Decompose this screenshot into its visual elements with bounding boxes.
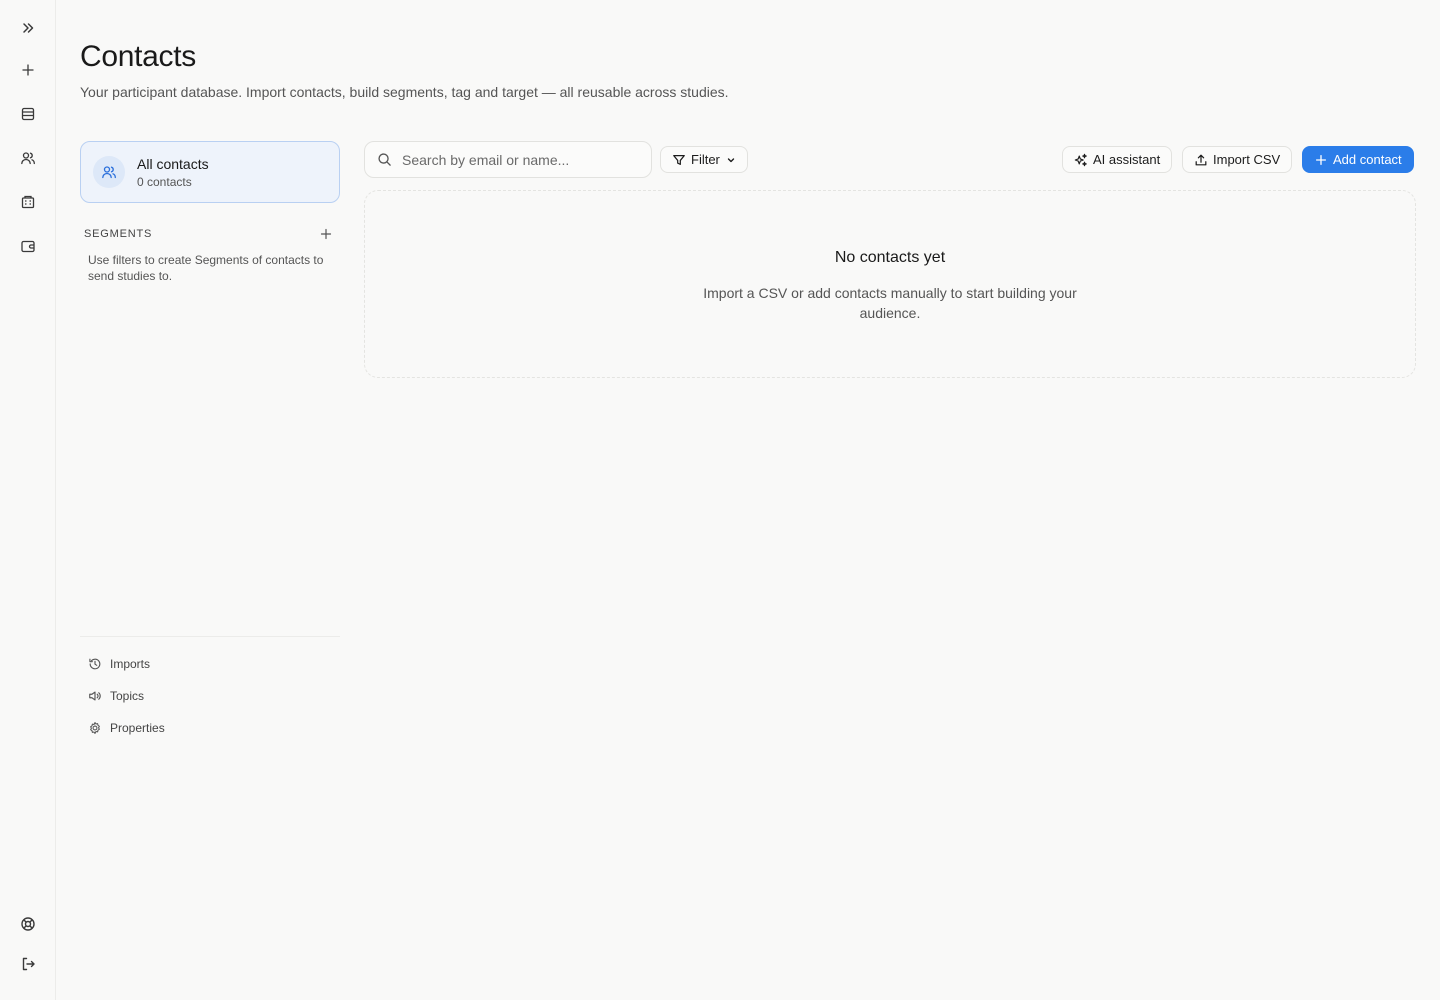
- contacts-icon: [102, 166, 116, 179]
- contacts-avatar: [93, 156, 125, 188]
- help-lifebuoy-icon: [21, 917, 35, 931]
- filter-label: Filter: [691, 152, 720, 167]
- plus-icon: [320, 228, 332, 240]
- gear-icon: [90, 722, 100, 734]
- logout-button[interactable]: [14, 950, 42, 978]
- divider: [80, 636, 340, 637]
- organization-nav-button[interactable]: [14, 188, 42, 216]
- wallet-icon: [21, 240, 35, 253]
- filter-button[interactable]: Filter: [660, 146, 748, 173]
- all-contacts-title: All contacts: [137, 155, 209, 172]
- contacts-icon: [21, 152, 35, 165]
- app-root: Contacts Your participant database. Impo…: [0, 0, 1440, 1000]
- topics-link[interactable]: Topics: [88, 687, 144, 705]
- plus-icon: [22, 64, 34, 76]
- segments-header: SEGMENTS: [84, 226, 334, 242]
- ai-assistant-button[interactable]: AI assistant: [1062, 146, 1173, 173]
- properties-label: Properties: [110, 721, 165, 735]
- chevron-down-icon: [727, 157, 735, 162]
- upload-icon: [1195, 154, 1207, 165]
- help-button[interactable]: [14, 910, 42, 938]
- add-contact-button[interactable]: Add contact: [1302, 146, 1414, 173]
- empty-state-title: No contacts yet: [834, 249, 946, 266]
- search-icon: [378, 153, 391, 166]
- logout-icon: [22, 957, 35, 971]
- building-icon: [21, 195, 35, 209]
- imports-label: Imports: [110, 657, 151, 671]
- topics-label: Topics: [110, 689, 145, 703]
- segments-help-text: Use filters to create Segments of contac…: [88, 253, 324, 283]
- all-contacts-item[interactable]: All contacts 0 contacts: [80, 141, 340, 203]
- history-icon: [89, 658, 101, 670]
- plus-icon: [1315, 154, 1327, 165]
- all-contacts-count: 0 contacts: [137, 174, 192, 189]
- expand-icon: [23, 23, 34, 33]
- new-button[interactable]: [14, 56, 42, 84]
- icon-rail: [0, 0, 56, 1000]
- expand-sidebar-button[interactable]: [14, 14, 42, 42]
- imports-link[interactable]: Imports: [88, 655, 150, 673]
- sparkles-icon: [1074, 153, 1087, 166]
- contacts-nav-button[interactable]: [14, 144, 42, 172]
- studies-icon: [21, 107, 35, 121]
- segments-label: SEGMENTS: [84, 228, 153, 240]
- megaphone-icon: [89, 691, 101, 701]
- properties-link[interactable]: Properties: [88, 719, 165, 737]
- studies-nav-button[interactable]: [14, 100, 42, 128]
- filter-icon: [673, 154, 685, 165]
- page-title: Contacts: [80, 40, 196, 73]
- billing-nav-button[interactable]: [14, 232, 42, 260]
- all-contacts-text: All contacts 0 contacts: [137, 156, 209, 189]
- add-segment-button[interactable]: [318, 226, 334, 242]
- ai-assistant-label: AI assistant: [1093, 152, 1161, 167]
- empty-state-panel: No contacts yet Import a CSV or add cont…: [364, 190, 1416, 378]
- empty-state-description: Import a CSV or add contacts manually to…: [703, 285, 1077, 321]
- search-input[interactable]: [402, 151, 632, 168]
- import-csv-label: Import CSV: [1213, 152, 1281, 167]
- import-csv-button[interactable]: Import CSV: [1182, 146, 1293, 173]
- search-box: [364, 141, 652, 178]
- add-contact-label: Add contact: [1333, 152, 1402, 167]
- page-subtitle: Your participant database. Import contac…: [80, 84, 729, 100]
